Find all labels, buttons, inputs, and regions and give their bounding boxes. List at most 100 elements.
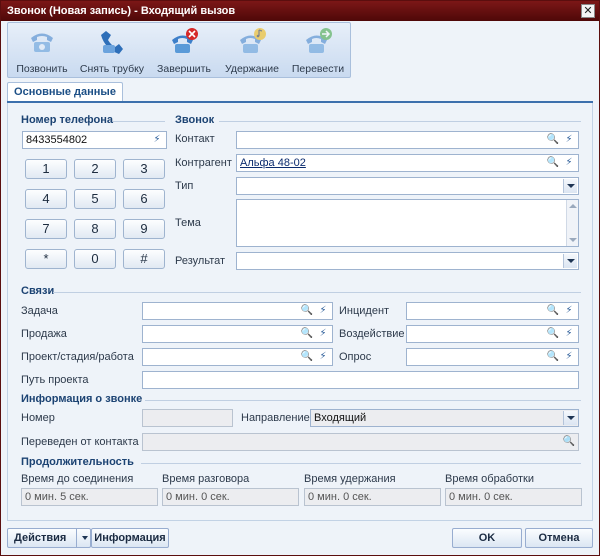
chevron-down-icon[interactable] [563,411,577,425]
process-time-label: Время обработки [445,473,534,485]
end-call-label: Завершить [157,63,211,75]
direction-value: Входящий [314,412,367,424]
scroll-up-icon[interactable] [569,204,577,208]
lightning-icon[interactable]: ⚡ [315,303,331,319]
links-group-title: Связи [21,285,55,297]
sale-input[interactable]: 🔍 ⚡ [142,325,333,343]
phone-end-icon [172,28,198,53]
end-call-button[interactable]: Завершить [150,25,218,77]
phone-pickup-icon [101,31,123,54]
survey-input[interactable]: 🔍 ⚡ [406,348,579,366]
callinfo-number-field [142,409,233,427]
task-label: Задача [21,305,58,317]
search-icon[interactable]: 🔍 [561,434,577,450]
contact-input[interactable]: 🔍 ⚡ [236,131,579,149]
phone-transfer-icon [306,28,332,53]
dial-key-9[interactable]: 9 [123,219,165,239]
before-connect-field: 0 мин. 5 сек. [21,488,158,506]
talk-time-field: 0 мин. 0 сек. [162,488,299,506]
dial-key-2[interactable]: 2 [74,159,116,179]
transfer-label: Перевести [291,63,345,75]
info-button[interactable]: Информация [91,528,169,548]
phone-hold-icon [240,28,266,53]
search-icon[interactable]: 🔍 [545,326,561,342]
call-toolbar: Позвонить Снять трубку Завершить Удержан… [7,22,351,78]
phone-group-line [113,121,165,122]
direction-select[interactable]: Входящий [310,409,579,427]
lightning-icon[interactable]: ⚡ [561,155,577,171]
pickup-button[interactable]: Снять трубку [76,25,148,77]
dial-key-3[interactable]: 3 [123,159,165,179]
dial-key-5[interactable]: 5 [74,189,116,209]
survey-label: Опрос [339,351,372,363]
project-input[interactable]: 🔍 ⚡ [142,348,333,366]
search-icon[interactable]: 🔍 [299,303,315,319]
chevron-down-icon[interactable] [82,536,88,540]
account-input[interactable]: Альфа 48-02 🔍 ⚡ [236,154,579,172]
phone-number-input[interactable]: 8433554802 ⚡ [22,131,167,149]
lightning-icon[interactable]: ⚡ [561,132,577,148]
dial-key-hash[interactable]: # [123,249,165,269]
tab-main-data[interactable]: Основные данные [7,82,123,102]
search-icon[interactable]: 🔍 [545,349,561,365]
transfer-button[interactable]: Перевести [286,25,350,77]
cancel-button[interactable]: Отмена [525,528,593,548]
actions-divider [76,529,77,547]
direction-label: Направление [241,412,310,424]
lightning-icon[interactable]: ⚡ [149,132,165,148]
search-icon[interactable]: 🔍 [299,326,315,342]
pickup-label: Снять трубку [79,63,145,75]
ok-button[interactable]: OK [452,528,522,548]
result-select[interactable] [236,252,579,270]
footer-bar: Действия Информация OK Отмена [1,522,599,555]
dial-key-6[interactable]: 6 [123,189,165,209]
hold-label: Удержание [224,63,280,75]
search-icon[interactable]: 🔍 [545,303,561,319]
type-select[interactable] [236,177,579,195]
lightning-icon[interactable]: ⚡ [315,326,331,342]
transferred-field: 🔍 [142,433,579,451]
transferred-label: Переведен от контакта [21,436,139,448]
lightning-icon[interactable]: ⚡ [315,349,331,365]
dial-key-1[interactable]: 1 [25,159,67,179]
incident-input[interactable]: 🔍 ⚡ [406,302,579,320]
task-input[interactable]: 🔍 ⚡ [142,302,333,320]
search-icon[interactable]: 🔍 [299,349,315,365]
actions-label: Действия [14,532,67,544]
result-label: Результат [175,255,226,267]
project-path-input[interactable] [142,371,579,389]
close-icon[interactable]: ✕ [581,4,595,18]
dial-key-star[interactable]: * [25,249,67,269]
call-group-line [219,121,581,122]
call-button[interactable]: Позвонить [10,25,74,77]
hold-button[interactable]: Удержание [220,25,284,77]
lightning-icon[interactable]: ⚡ [561,349,577,365]
account-link[interactable]: Альфа 48-02 [240,157,306,169]
impact-input[interactable]: 🔍 ⚡ [406,325,579,343]
actions-button[interactable]: Действия [7,528,91,548]
lightning-icon[interactable]: ⚡ [561,303,577,319]
dial-key-7[interactable]: 7 [25,219,67,239]
call-group-title: Звонок [175,114,215,126]
window-title: Звонок (Новая запись) - Входящий вызов [7,5,236,17]
chevron-down-icon[interactable] [563,254,577,268]
scroll-down-icon[interactable] [569,238,577,242]
dial-key-4[interactable]: 4 [25,189,67,209]
chevron-down-icon[interactable] [563,179,577,193]
type-label: Тип [175,180,194,192]
search-icon[interactable]: 🔍 [545,132,561,148]
dial-key-0[interactable]: 0 [74,249,116,269]
call-label: Позвонить [16,63,68,75]
lightning-icon[interactable]: ⚡ [561,326,577,342]
duration-group-line [141,463,581,464]
duration-group-title: Продолжительность [21,456,134,468]
callinfo-group-title: Информация о звонке [21,393,143,405]
talk-time-label: Время разговора [162,473,250,485]
process-time-field: 0 мин. 0 сек. [445,488,582,506]
account-label: Контрагент [175,157,232,169]
dial-key-8[interactable]: 8 [74,219,116,239]
search-icon[interactable]: 🔍 [545,155,561,171]
subject-scrollbar[interactable] [566,200,578,246]
subject-textarea[interactable] [236,199,579,247]
contact-label: Контакт [175,133,215,145]
